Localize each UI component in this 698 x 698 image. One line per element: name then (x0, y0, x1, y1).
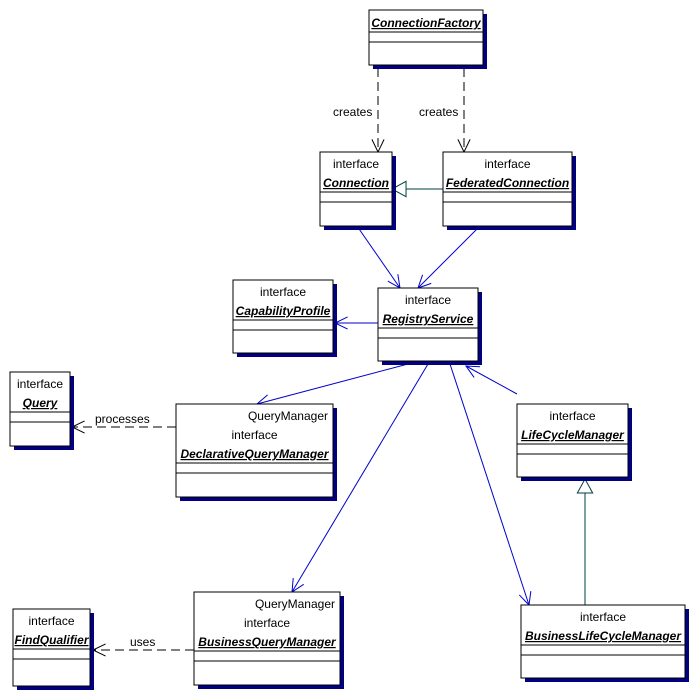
edge-label: creates (333, 105, 372, 119)
class-parent-label: QueryManager (248, 409, 328, 423)
class-name: FindQualifier (14, 633, 89, 647)
stereotype-label: interface (333, 157, 379, 171)
class-name: Connection (323, 176, 389, 190)
stereotype-label: interface (231, 428, 277, 442)
association-edge-federated-connection-to-registry-service[interactable] (417, 225, 481, 289)
class-name: CapabilityProfile (236, 304, 331, 318)
class-box-connection-factory[interactable]: ConnectionFactory (368, 9, 487, 69)
edge-label: creates (419, 105, 458, 119)
edge-label: processes (95, 412, 150, 426)
association-edge-connection-to-registry-service[interactable] (356, 225, 401, 289)
class-name: BusinessQueryManager (198, 635, 337, 649)
dependency-edge-connection-factory-to-federated-connection[interactable]: creates (419, 68, 471, 154)
stereotype-label: interface (17, 377, 63, 391)
class-name: LifeCycleManager (521, 428, 625, 442)
class-box-life-cycle-manager[interactable]: interface LifeCycleManager (516, 403, 632, 481)
class-name: FederatedConnection (446, 176, 569, 190)
class-box-federated-connection[interactable]: interface FederatedConnection (442, 151, 576, 230)
edge-label: uses (130, 635, 155, 649)
association-edge-registry-service-to-capability-profile[interactable] (333, 316, 378, 330)
edge-line (356, 225, 401, 289)
uml-class-diagram: creates creates processes uses ConnectionFa… (9, 9, 689, 690)
class-box-find-qualifier[interactable]: interface FindQualifier (12, 608, 94, 690)
class-box-capability-profile[interactable]: interface CapabilityProfile (232, 279, 337, 357)
class-box-registry-service[interactable]: interface RegistryService (377, 287, 482, 365)
generalization-edge-business-life-cycle-manager-to-life-cycle-manager[interactable] (576, 477, 594, 605)
stereotype-label: interface (549, 409, 595, 423)
class-box-query[interactable]: interface Query (9, 371, 74, 450)
generalization-edge-federated-connection-to-connection[interactable] (390, 180, 443, 198)
edge-line (417, 225, 481, 289)
dependency-edge-connection-factory-to-connection[interactable]: creates (333, 68, 385, 154)
stereotype-label: interface (260, 285, 306, 299)
stereotype-label: interface (405, 293, 451, 307)
stereotype-label: interface (484, 157, 530, 171)
dependency-edge-business-query-manager-to-find-qualifier[interactable]: uses (91, 635, 194, 657)
edge-line (256, 363, 409, 405)
stereotype-label: interface (28, 614, 74, 628)
class-box-declarative-query-manager[interactable]: QueryManager interface DeclarativeQueryMan… (175, 403, 337, 501)
generalization-triangle-icon (576, 477, 594, 494)
class-box-connection[interactable]: interface Connection (319, 151, 396, 230)
class-name: RegistryService (383, 312, 474, 326)
edge-line (465, 365, 518, 395)
edge-line (449, 363, 530, 606)
class-parent-label: QueryManager (255, 597, 335, 611)
association-edge-life-cycle-manager-to-registry-service[interactable] (464, 365, 518, 395)
class-name: Query (23, 396, 59, 410)
association-edge-registry-service-to-declarative-query-manager[interactable] (255, 363, 409, 408)
stereotype-label: interface (244, 616, 290, 630)
class-name: BusinessLifeCycleManager (525, 629, 682, 643)
class-name: ConnectionFactory (371, 16, 482, 30)
class-box-business-query-manager[interactable]: QueryManager interface BusinessQueryManage… (193, 591, 344, 689)
dependency-edge-declarative-query-manager-to-query[interactable]: processes (70, 412, 176, 434)
stereotype-label: interface (580, 610, 626, 624)
class-name: DeclarativeQueryManager (180, 447, 329, 461)
class-box-business-life-cycle-manager[interactable]: interface BusinessLifeCycleManager (520, 604, 689, 682)
association-edge-registry-service-to-business-life-cycle-manager[interactable] (449, 363, 532, 607)
